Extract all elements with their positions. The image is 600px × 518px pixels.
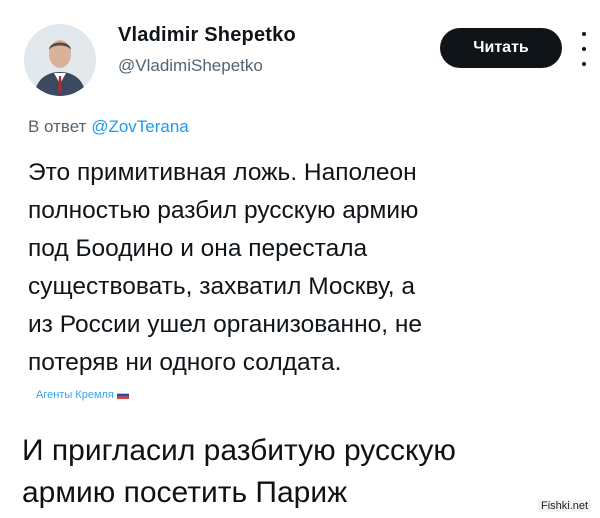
meme-caption: И пригласил разбитую русскую армию посет… (22, 430, 582, 514)
author-name[interactable]: Vladimir Shepetko (118, 24, 296, 47)
reply-mention-link[interactable]: @ZovTerana (91, 117, 189, 136)
tweet-card: Vladimir Shepetko @VladimiShepetko Читат… (4, 4, 596, 416)
site-watermark: Fishki.net (538, 500, 592, 512)
more-options-icon[interactable] (576, 32, 592, 66)
caption-line: И пригласил разбитую русскую (22, 434, 456, 467)
tweet-text: Это примитивная ложь. Наполеон полностью… (28, 154, 568, 382)
tweet-text-line: полностью разбил русскую армию (28, 197, 419, 224)
tweet-text-line: под Боодино и она перестала (28, 235, 368, 262)
author-handle[interactable]: @VladimiShepetko (118, 56, 263, 76)
tweet-text-line: потеряв ни одного солдата. (28, 349, 342, 376)
overlay-watermark-text: Агенты Кремля (36, 389, 114, 401)
follow-button[interactable]: Читать (440, 28, 562, 68)
tweet-text-line: существовать, захватил Москву, а (28, 273, 416, 300)
avatar[interactable] (24, 24, 96, 96)
reply-prefix: В ответ (28, 117, 87, 136)
overlay-watermark: Агенты Кремля (36, 389, 129, 401)
tweet-text-line: Это примитивная ложь. Наполеон (28, 159, 417, 186)
tweet-text-line: из России ушел организованно, не (28, 311, 423, 338)
avatar-image (24, 24, 96, 96)
caption-line: армию посетить Париж (22, 476, 348, 509)
russian-flag-icon (116, 391, 129, 399)
reply-context: В ответ @ZovTerana (28, 117, 189, 137)
